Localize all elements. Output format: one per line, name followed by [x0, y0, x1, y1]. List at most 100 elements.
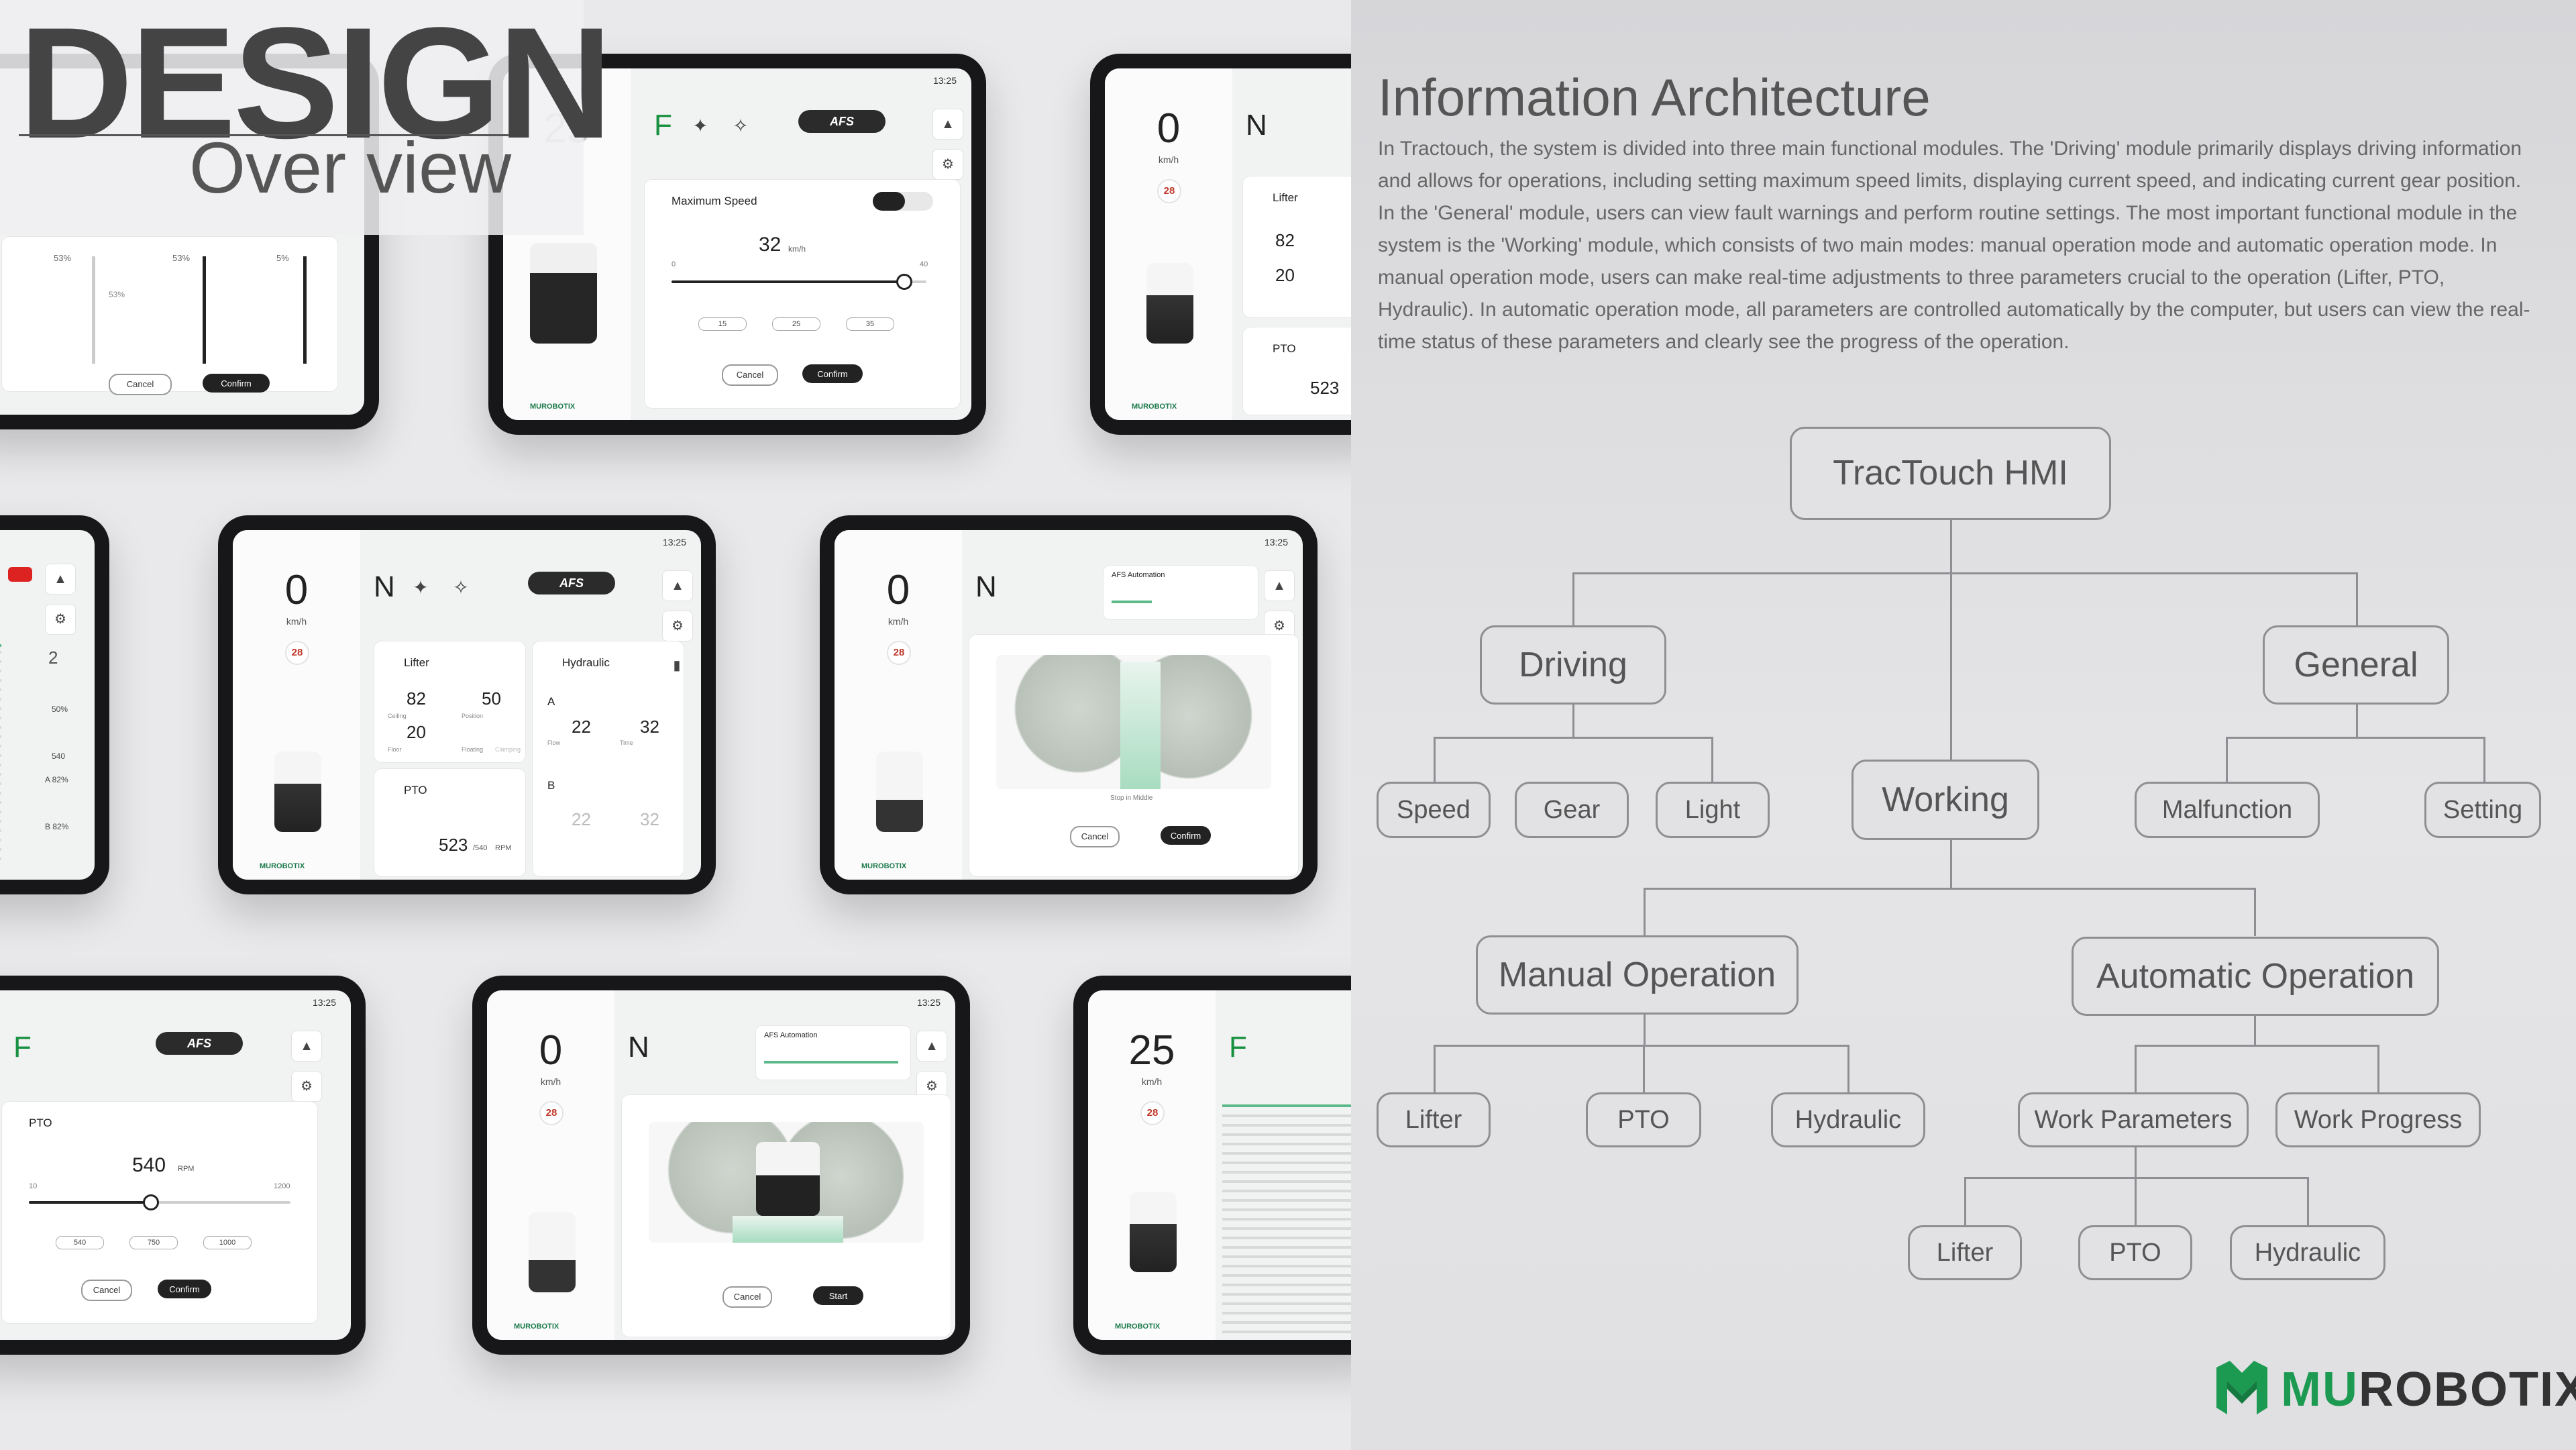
cancel-button[interactable]: Cancel — [722, 1286, 772, 1308]
start-button[interactable]: Start — [813, 1286, 863, 1305]
rabbit-icon[interactable]: ✦ — [686, 111, 715, 141]
preset-15[interactable]: 15 — [698, 317, 747, 331]
turtle-icon[interactable]: ✧ — [446, 573, 476, 603]
speed-unit: km/h — [540, 1076, 561, 1087]
pto-preset-750[interactable]: 750 — [129, 1236, 178, 1249]
preset-35[interactable]: 35 — [846, 317, 894, 331]
progress-bar — [0, 644, 1, 647]
tablet-screen: 13:25 F AFS ▲ ⚙ PTO 540 RPM 10 1200 540 … — [0, 990, 351, 1340]
ia-title: Information Architecture — [1378, 68, 1931, 127]
ceiling-slider-track[interactable] — [92, 256, 95, 364]
speed-readout: 25 — [1128, 1027, 1175, 1074]
warning-icon[interactable]: ▲ — [662, 570, 693, 601]
pto-slider[interactable] — [29, 1194, 290, 1210]
camera-icon[interactable]: ▮ — [662, 651, 692, 680]
speed-limit-badge: 28 — [1157, 179, 1181, 203]
left-panel: 0 km/h 28 — [487, 990, 614, 1340]
afs-button[interactable]: AFS — [798, 110, 885, 133]
connector — [2226, 737, 2485, 739]
brand-small: MUROBOTIX — [1132, 403, 1177, 411]
warning-icon[interactable]: ▲ — [1264, 570, 1295, 601]
node-gear: Gear — [1515, 782, 1629, 838]
confirm-button[interactable]: Confirm — [802, 364, 863, 383]
warning-icon[interactable]: ▲ — [916, 1031, 947, 1061]
max-speed-unit: km/h — [788, 244, 806, 254]
afs-button[interactable]: AFS — [528, 572, 615, 594]
connector — [2483, 737, 2485, 782]
lifter-position: 50 — [482, 688, 501, 709]
gear-indicator: N — [374, 570, 395, 603]
afs-automation-card[interactable]: AFS Automation — [755, 1025, 911, 1080]
confirm-button[interactable]: Confirm — [158, 1280, 211, 1298]
settings-icon[interactable]: ⚙ — [662, 611, 693, 641]
connector — [1847, 1045, 1849, 1095]
lifter-title: Lifter — [404, 656, 429, 669]
node-automatic-operation: Automatic Operation — [2072, 937, 2439, 1016]
floor-slider-track[interactable] — [303, 256, 307, 364]
settings-icon[interactable]: ⚙ — [291, 1071, 322, 1102]
murobotix-mark-icon — [2216, 1361, 2267, 1414]
settings-icon[interactable]: ⚙ — [45, 604, 76, 635]
connector — [1950, 840, 1952, 889]
warning-icon[interactable]: ▲ — [932, 109, 963, 140]
confirm-button[interactable]: Confirm — [203, 374, 270, 393]
afs-button[interactable]: AFS — [156, 1032, 243, 1055]
afs-automation-label: AFS Automation — [1112, 571, 1165, 579]
gear-f-label: F — [13, 1031, 32, 1064]
connector — [1964, 1177, 1966, 1227]
node-work-progress: Work Progress — [2275, 1092, 2481, 1147]
position-slider-track[interactable] — [203, 256, 206, 364]
turtle-icon[interactable]: ✧ — [726, 111, 755, 141]
speed-mode-toggle[interactable] — [873, 192, 933, 211]
ceiling-value: 53% — [54, 253, 72, 263]
connector — [1950, 572, 1952, 760]
preset-25[interactable]: 25 — [772, 317, 820, 331]
gear-indicator: N — [1246, 109, 1267, 142]
node-manual-hydraulic: Hydraulic — [1771, 1092, 1925, 1147]
tractor-image — [274, 752, 321, 832]
status-time: 13:25 — [1264, 537, 1288, 548]
node-general: General — [2263, 625, 2449, 705]
left-panel: 0 km/h 28 — [233, 530, 360, 880]
connector — [1964, 1177, 2309, 1179]
connector — [1644, 1014, 1646, 1046]
tractor-image — [1130, 1192, 1177, 1272]
lifter-ceiling: 82 — [407, 688, 426, 709]
connector — [1572, 703, 1574, 738]
lifter-floor: 20 — [1275, 265, 1295, 285]
tablet-lifter-pto: 0 km/h 28 N Lifter 82 50 20 PTO 523 MURO… — [1090, 54, 1351, 435]
cancel-button[interactable]: Cancel — [1070, 826, 1120, 847]
confirm-button[interactable]: Confirm — [1161, 826, 1211, 845]
settings-icon[interactable]: ⚙ — [932, 149, 963, 180]
pto-title: PTO — [1273, 342, 1296, 355]
cancel-button[interactable]: Cancel — [109, 374, 172, 395]
max-speed-slider[interactable] — [672, 274, 926, 290]
slider-min: 0 — [672, 260, 676, 268]
warning-icon[interactable]: ▲ — [291, 1031, 322, 1061]
tablet-screen: 25 km/h 28 F MUROBOTIX — [1088, 990, 1351, 1340]
hydraulic-a-label: A — [547, 695, 555, 708]
pto-title: PTO — [29, 1117, 52, 1129]
stop-in-middle-label: Stop in Middle — [1110, 794, 1153, 802]
warning-icon[interactable]: ▲ — [45, 564, 76, 594]
speed-unit: km/h — [1158, 154, 1179, 165]
cancel-button[interactable]: Cancel — [722, 364, 778, 386]
pto-preset-1000[interactable]: 1000 — [203, 1236, 252, 1249]
max-speed-card: Maximum Speed 32 km/h 0 40 15 25 35 Canc… — [644, 179, 961, 409]
speed-unit: km/h — [286, 616, 307, 627]
pto-preset-540[interactable]: 540 — [56, 1236, 104, 1249]
lifter-clamping-label: Clamping — [495, 746, 521, 753]
hydraulic-a-flow-label: Flow — [547, 739, 561, 746]
left-panel: 25 km/h 28 — [1088, 990, 1216, 1340]
tablet-afs-start: 13:25 0 km/h 28 N AFS Automation ▲ ⚙ Can… — [472, 976, 970, 1355]
rabbit-icon[interactable]: ✦ — [406, 573, 435, 603]
automation-scene-card: Stop in Middle Cancel Confirm — [969, 634, 1299, 877]
brand-rest: ROBOTIX — [2358, 1363, 2576, 1416]
max-speed-knob[interactable] — [896, 274, 912, 290]
afs-automation-card[interactable]: AFS Automation — [1103, 565, 1258, 620]
cancel-button[interactable]: Cancel — [81, 1280, 132, 1301]
pto-knob[interactable] — [143, 1194, 159, 1210]
speed-unit: km/h — [1141, 1076, 1163, 1087]
status-time: 13:25 — [916, 997, 941, 1008]
guidance-path — [733, 1216, 843, 1243]
